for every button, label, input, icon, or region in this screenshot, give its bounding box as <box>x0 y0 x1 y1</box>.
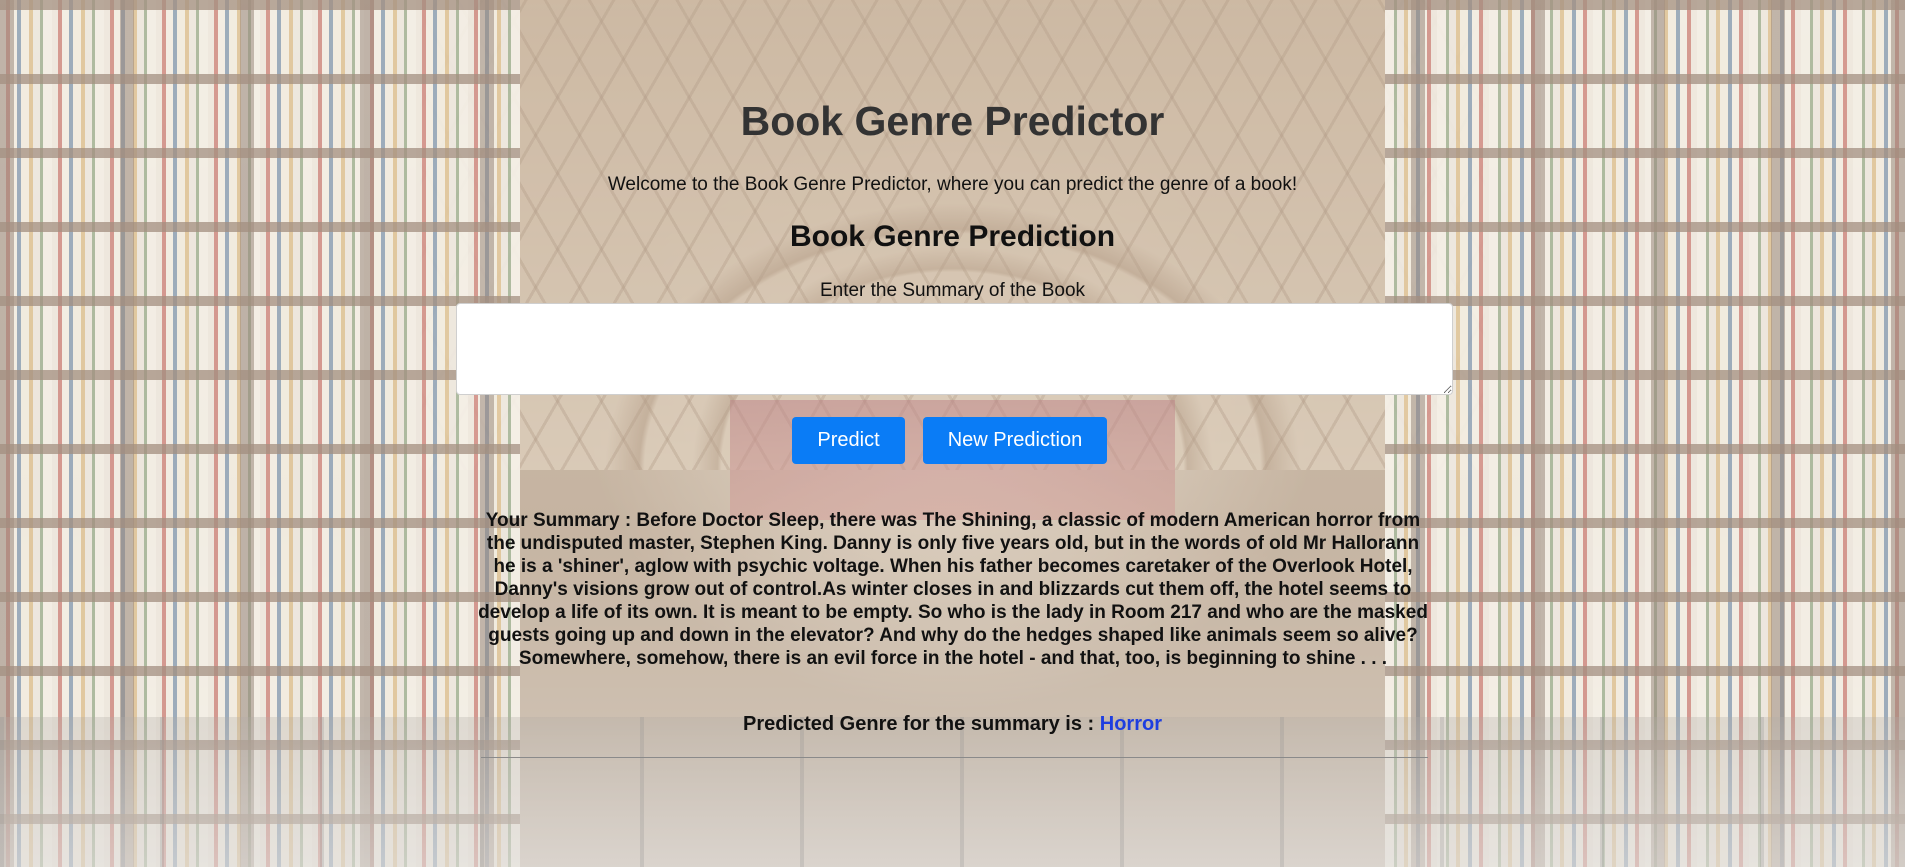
welcome-text: Welcome to the Book Genre Predictor, whe… <box>607 174 1298 195</box>
summary-label: Enter the Summary of the Book <box>819 280 1086 301</box>
new-prediction-button[interactable]: New Prediction <box>923 417 1107 464</box>
predicted-genre-line: Predicted Genre for the summary is : Hor… <box>0 713 1905 736</box>
predicted-genre-value: Horror <box>1099 713 1162 735</box>
summary-result-text: Your Summary : Before Doctor Sleep, ther… <box>478 510 1428 669</box>
page-title: Book Genre Predictor <box>740 98 1165 144</box>
predict-button[interactable]: Predict <box>792 417 905 464</box>
main-content: Book Genre Predictor Welcome to the Book… <box>0 0 1905 867</box>
summary-input[interactable] <box>456 303 1453 395</box>
prediction-heading: Book Genre Prediction <box>789 220 1116 253</box>
predicted-genre-label: Predicted Genre for the summary is : <box>742 713 1100 735</box>
result-divider <box>481 757 1428 758</box>
